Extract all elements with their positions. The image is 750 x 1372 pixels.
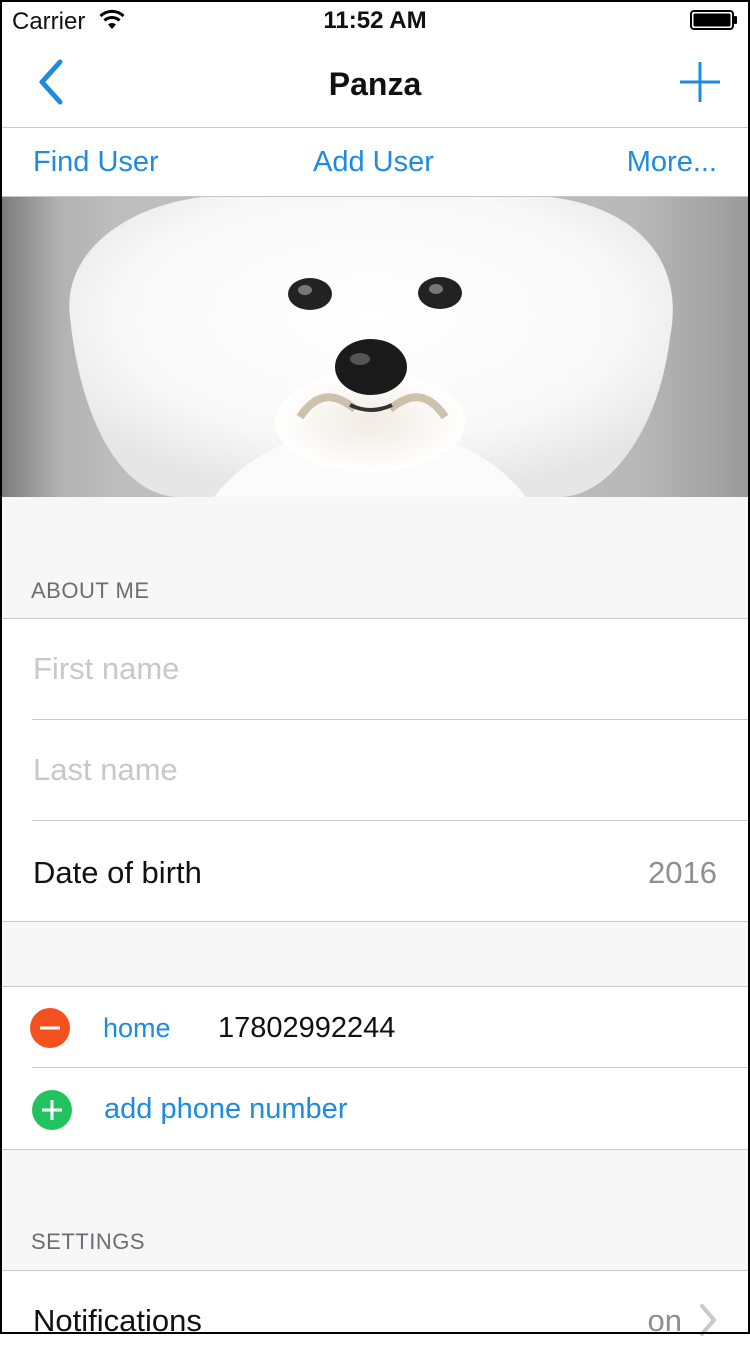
- action-toolbar: Find User Add User More...: [0, 128, 750, 197]
- phone-row[interactable]: home 17802992244: [0, 987, 750, 1068]
- add-phone-icon[interactable]: [32, 1090, 72, 1130]
- settings-group: Notifications on: [0, 1270, 750, 1372]
- dog-image: [69, 197, 673, 497]
- settings-header: SETTINGS: [31, 1229, 146, 1254]
- phone-numbers-group: home 17802992244 add phone number: [0, 986, 750, 1150]
- date-of-birth-row[interactable]: Date of birth 2016: [0, 821, 750, 921]
- delete-phone-icon[interactable]: [30, 1008, 70, 1048]
- last-name-row[interactable]: Last name: [0, 720, 750, 821]
- chevron-right-icon: [700, 1304, 716, 1336]
- first-name-row[interactable]: First name: [0, 619, 750, 720]
- find-user-button[interactable]: Find User: [33, 146, 159, 179]
- phone-number-value[interactable]: 17802992244: [218, 1012, 395, 1045]
- add-phone-number-button[interactable]: add phone number: [104, 1093, 347, 1126]
- date-of-birth-label: Date of birth: [33, 855, 202, 890]
- last-name-field[interactable]: Last name: [33, 752, 178, 788]
- clock: 11:52 AM: [323, 7, 427, 34]
- about-me-group: First name Last name Date of birth 2016: [0, 618, 750, 922]
- plus-icon[interactable]: [678, 60, 722, 104]
- page-title: Panza: [328, 66, 422, 102]
- status-bar: Carrier 11:52 AM: [0, 0, 750, 40]
- notifications-row[interactable]: Notifications on: [0, 1271, 750, 1372]
- add-user-button[interactable]: Add User: [313, 146, 434, 179]
- phone-type-label[interactable]: home: [103, 1013, 171, 1044]
- date-of-birth-value: 2016: [648, 855, 717, 890]
- battery-icon: [690, 10, 737, 30]
- first-name-field[interactable]: First name: [33, 651, 179, 687]
- add-phone-row[interactable]: add phone number: [0, 1068, 750, 1149]
- navigation-bar: Panza: [0, 40, 750, 128]
- profile-photo[interactable]: [0, 197, 750, 497]
- about-me-header: ABOUT ME: [31, 578, 150, 603]
- more-button[interactable]: More...: [627, 146, 717, 179]
